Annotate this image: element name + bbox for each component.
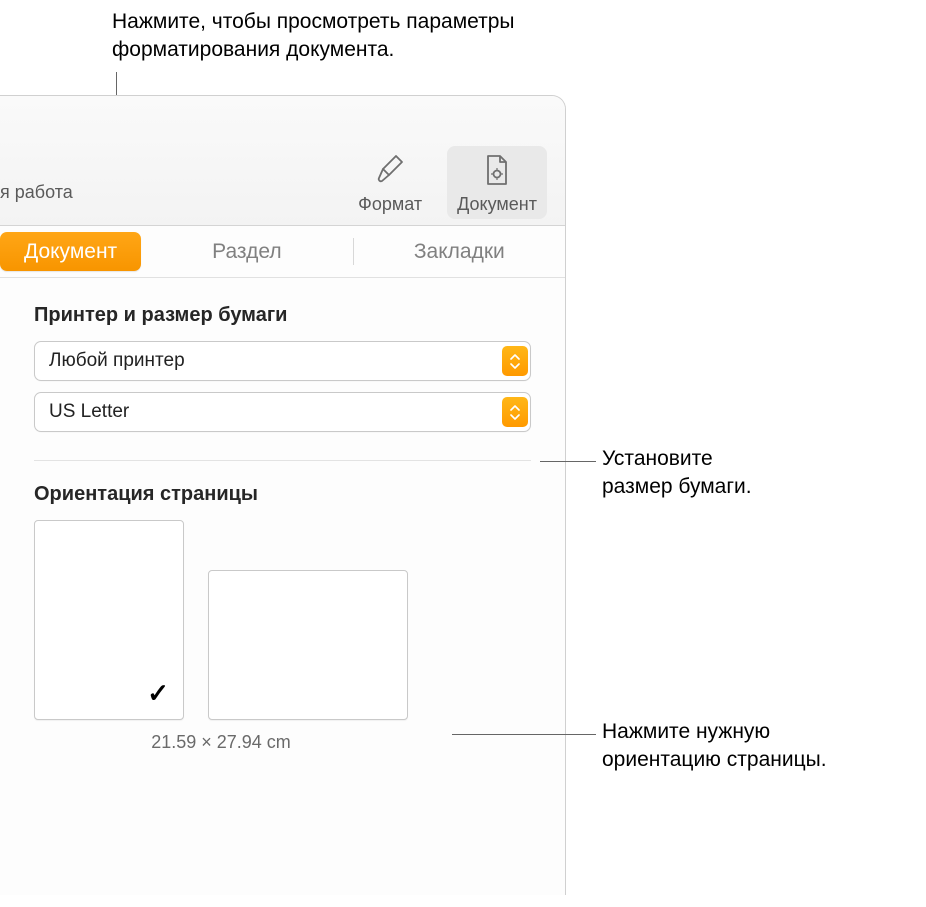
- callout-line: [540, 461, 596, 462]
- tab-bar: Документ Раздел Закладки: [0, 226, 565, 278]
- sidebar-panel: я работа Формат Документ Докум: [0, 95, 566, 895]
- paper-size-select[interactable]: US Letter: [34, 392, 531, 432]
- orientation-portrait[interactable]: ✓: [34, 520, 184, 720]
- printer-paper-section: Принтер и размер бумаги Любой принтер US…: [0, 278, 565, 450]
- toolbar-left-truncated: я работа: [0, 182, 73, 203]
- document-label: Документ: [457, 194, 537, 215]
- orientation-landscape[interactable]: [208, 570, 408, 720]
- printer-value: Любой принтер: [49, 350, 185, 372]
- callout-paper-size: Установите размер бумаги.: [602, 445, 752, 502]
- toolbar: я работа Формат Документ: [0, 96, 565, 226]
- checkmark-icon: ✓: [147, 678, 169, 709]
- format-label: Формат: [358, 194, 422, 215]
- orientation-title: Ориентация страницы: [34, 483, 531, 506]
- document-button[interactable]: Документ: [447, 146, 547, 219]
- document-icon: [479, 152, 515, 188]
- callout-line: [452, 734, 596, 735]
- tab-section[interactable]: Раздел: [141, 226, 352, 277]
- format-button[interactable]: Формат: [343, 146, 437, 219]
- orientation-section: Ориентация страницы ✓ 21.59 × 27.94 cm: [0, 461, 565, 771]
- printer-select[interactable]: Любой принтер: [34, 341, 531, 381]
- chevron-updown-icon: [502, 397, 528, 427]
- page-dimensions: 21.59 × 27.94 cm: [34, 732, 408, 753]
- callout-orientation: Нажмите нужную ориентацию страницы.: [602, 718, 827, 775]
- tab-document[interactable]: Документ: [0, 232, 141, 271]
- tab-bookmarks[interactable]: Закладки: [354, 226, 565, 277]
- callout-formatting-options: Нажмите, чтобы просмотреть параметры фор…: [112, 8, 515, 65]
- paintbrush-icon: [372, 152, 408, 188]
- chevron-updown-icon: [502, 346, 528, 376]
- paper-size-value: US Letter: [49, 401, 129, 423]
- printer-paper-title: Принтер и размер бумаги: [34, 304, 531, 327]
